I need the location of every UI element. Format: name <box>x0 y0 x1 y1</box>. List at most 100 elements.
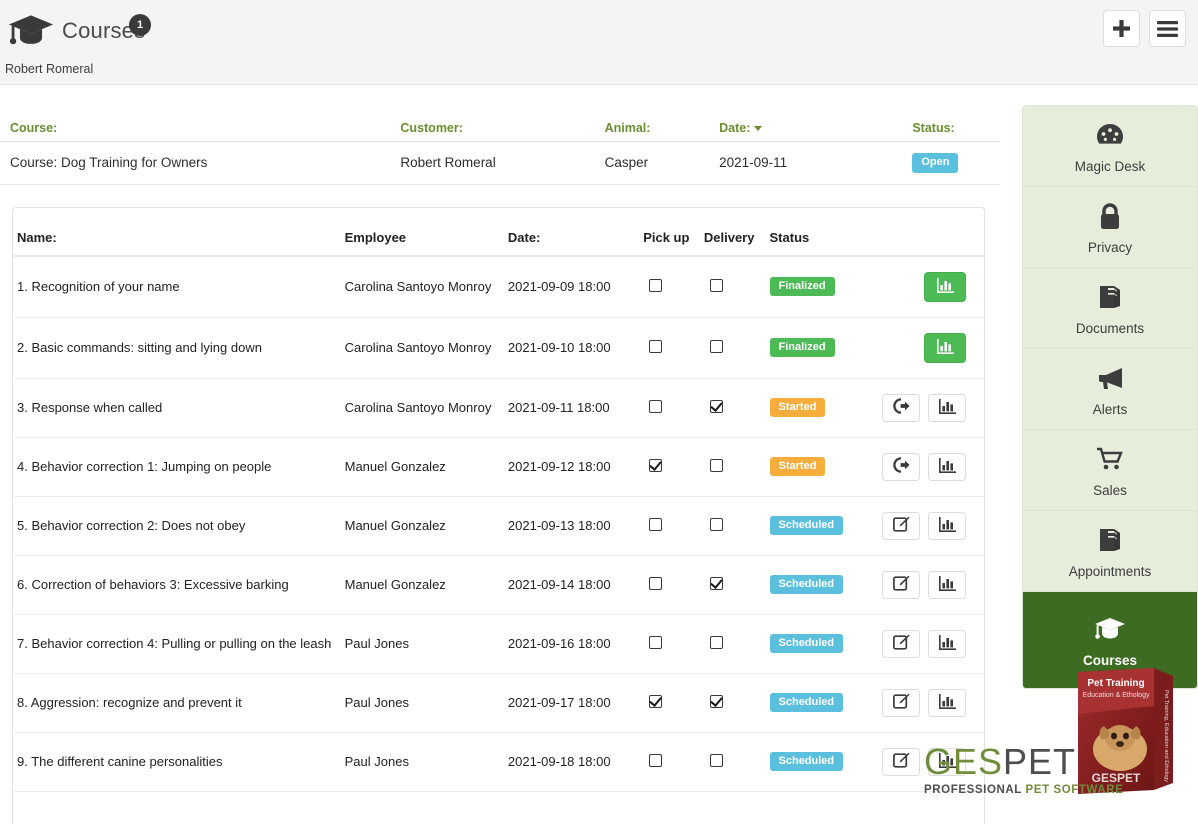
edit-icon <box>892 516 910 535</box>
cell-date: 2021-09-10 18:00 <box>503 317 640 379</box>
summary-cell-animal: Casper <box>604 155 649 171</box>
tagline-pet-software: PET SOFTWARE <box>1025 784 1124 796</box>
sidebar-item-privacy[interactable]: Privacy <box>1023 187 1197 268</box>
table-row[interactable]: 9. The different canine personalities Pau… <box>13 732 984 792</box>
table-row[interactable]: 1. Recognition of your name Carolina Sant… <box>13 255 984 318</box>
checkout-button[interactable] <box>882 393 920 422</box>
cell-delivery <box>699 555 766 615</box>
edit-button[interactable] <box>882 688 920 717</box>
row-action-group <box>869 511 980 540</box>
table-row[interactable]: 3. Response when called Carolina Santoyo … <box>13 378 984 438</box>
svg-text:Pet Training, Education and Et: Pet Training, Education and Ethology <box>1163 690 1169 782</box>
pickup-checkbox[interactable] <box>649 399 663 413</box>
status-badge: Open <box>912 153 959 173</box>
edit-button[interactable] <box>882 511 920 540</box>
table-row[interactable]: 5. Behavior correction 2: Does not obey M… <box>13 496 984 556</box>
sessions-table-body: 1. Recognition of your name Carolina Sant… <box>13 255 984 792</box>
cell-delivery <box>699 673 766 733</box>
book-icon <box>1096 282 1124 312</box>
pickup-checkbox[interactable] <box>649 753 663 767</box>
sidebar-item-documents[interactable]: Documents <box>1023 268 1197 349</box>
sessions-table-head: Name: Employee Date: Pick up Delivery St… <box>13 217 984 257</box>
cell-pickup <box>639 732 700 792</box>
gespet-pet-text: PET <box>1003 741 1077 782</box>
cell-status: Scheduled <box>765 732 865 792</box>
view-report-button[interactable] <box>928 511 966 540</box>
status-badge: Started <box>769 397 826 418</box>
delivery-checkbox[interactable] <box>709 339 723 353</box>
table-row[interactable]: 2. Basic commands: sitting and lying dow… <box>13 317 984 379</box>
cell-employee: Paul Jones <box>340 614 504 674</box>
sidebar-item-alerts[interactable]: Alerts <box>1023 349 1197 430</box>
delivery-checkbox[interactable] <box>709 458 723 472</box>
cell-delivery <box>699 496 766 556</box>
delivery-checkbox[interactable] <box>709 278 723 292</box>
cell-date: 2021-09-09 18:00 <box>503 255 640 318</box>
col-header-pickup: Pick up <box>639 217 700 257</box>
edit-button[interactable] <box>882 629 920 658</box>
sort-descending-caret-icon[interactable] <box>754 126 763 132</box>
summary-row[interactable]: Course: Dog Training for Owners Robert R… <box>0 141 1000 185</box>
view-report-button[interactable] <box>924 271 966 302</box>
cell-date: 2021-09-12 18:00 <box>503 437 640 497</box>
table-row[interactable]: 7. Behavior correction 4: Pulling or pul… <box>13 614 984 674</box>
col-header-name: Name: <box>13 217 341 257</box>
cell-status: Started <box>765 437 865 497</box>
pickup-checkbox[interactable] <box>649 576 663 590</box>
view-report-button[interactable] <box>928 452 966 481</box>
cell-actions <box>864 555 984 615</box>
delivery-checkbox[interactable] <box>709 753 723 767</box>
cell-delivery <box>699 317 766 379</box>
sidebar-item-label: Sales <box>1093 483 1127 498</box>
delivery-checkbox[interactable] <box>709 517 723 531</box>
edit-button[interactable] <box>882 747 920 776</box>
current-user-label: Robert Romeral <box>5 62 94 76</box>
cell-employee: Manuel Gonzalez <box>340 555 504 615</box>
sidebar-item-appointments[interactable]: Appointments <box>1023 511 1197 592</box>
pickup-checkbox[interactable] <box>649 278 663 292</box>
delivery-checkbox[interactable] <box>709 399 723 413</box>
sidebar-item-sales[interactable]: Sales <box>1023 430 1197 511</box>
edit-button[interactable] <box>882 570 920 599</box>
delivery-checkbox[interactable] <box>709 694 723 708</box>
view-report-button[interactable] <box>928 570 966 599</box>
cell-actions <box>864 614 984 674</box>
sidebar-item-label: Appointments <box>1068 564 1152 579</box>
delivery-checkbox[interactable] <box>709 576 723 590</box>
pickup-checkbox[interactable] <box>649 694 663 708</box>
edit-icon <box>892 634 910 653</box>
add-button[interactable] <box>1103 10 1140 47</box>
pickup-checkbox[interactable] <box>649 635 663 649</box>
row-action-group <box>869 271 980 302</box>
summary-col-date[interactable]: Date: <box>719 121 912 135</box>
checkout-button[interactable] <box>882 452 920 481</box>
pickup-checkbox[interactable] <box>649 339 663 353</box>
summary-col-course: Course: <box>10 121 58 135</box>
table-row[interactable]: 8. Aggression: recognize and prevent it P… <box>13 673 984 733</box>
menu-button[interactable] <box>1149 10 1186 47</box>
delivery-checkbox[interactable] <box>709 635 723 649</box>
pickup-checkbox[interactable] <box>649 458 663 472</box>
cell-employee: Paul Jones <box>340 732 504 792</box>
pickup-checkbox[interactable] <box>649 517 663 531</box>
cell-actions <box>864 317 984 379</box>
summary-cell-course: Course: Dog Training for Owners <box>10 155 208 171</box>
cell-date: 2021-09-18 18:00 <box>503 732 640 792</box>
row-action-group <box>869 452 980 481</box>
cell-pickup <box>639 496 700 556</box>
status-badge: Scheduled <box>769 692 844 713</box>
cell-delivery <box>699 378 766 438</box>
sessions-header-row: Name: Employee Date: Pick up Delivery St… <box>13 217 984 257</box>
view-report-button[interactable] <box>928 393 966 422</box>
summary-cell-customer: Robert Romeral <box>400 155 496 171</box>
cell-status: Scheduled <box>765 496 865 556</box>
sidebar-item-magic-desk[interactable]: Magic Desk <box>1023 106 1197 187</box>
table-row[interactable]: 4. Behavior correction 1: Jumping on peo… <box>13 437 984 497</box>
status-badge: Started <box>769 456 826 477</box>
view-report-button[interactable] <box>924 332 966 363</box>
table-row[interactable]: 6. Correction of behaviors 3: Excessive … <box>13 555 984 615</box>
plus-icon <box>1113 20 1130 37</box>
lock-icon <box>1099 201 1121 231</box>
view-report-button[interactable] <box>928 629 966 658</box>
header-count-badge: 1 <box>129 14 151 36</box>
